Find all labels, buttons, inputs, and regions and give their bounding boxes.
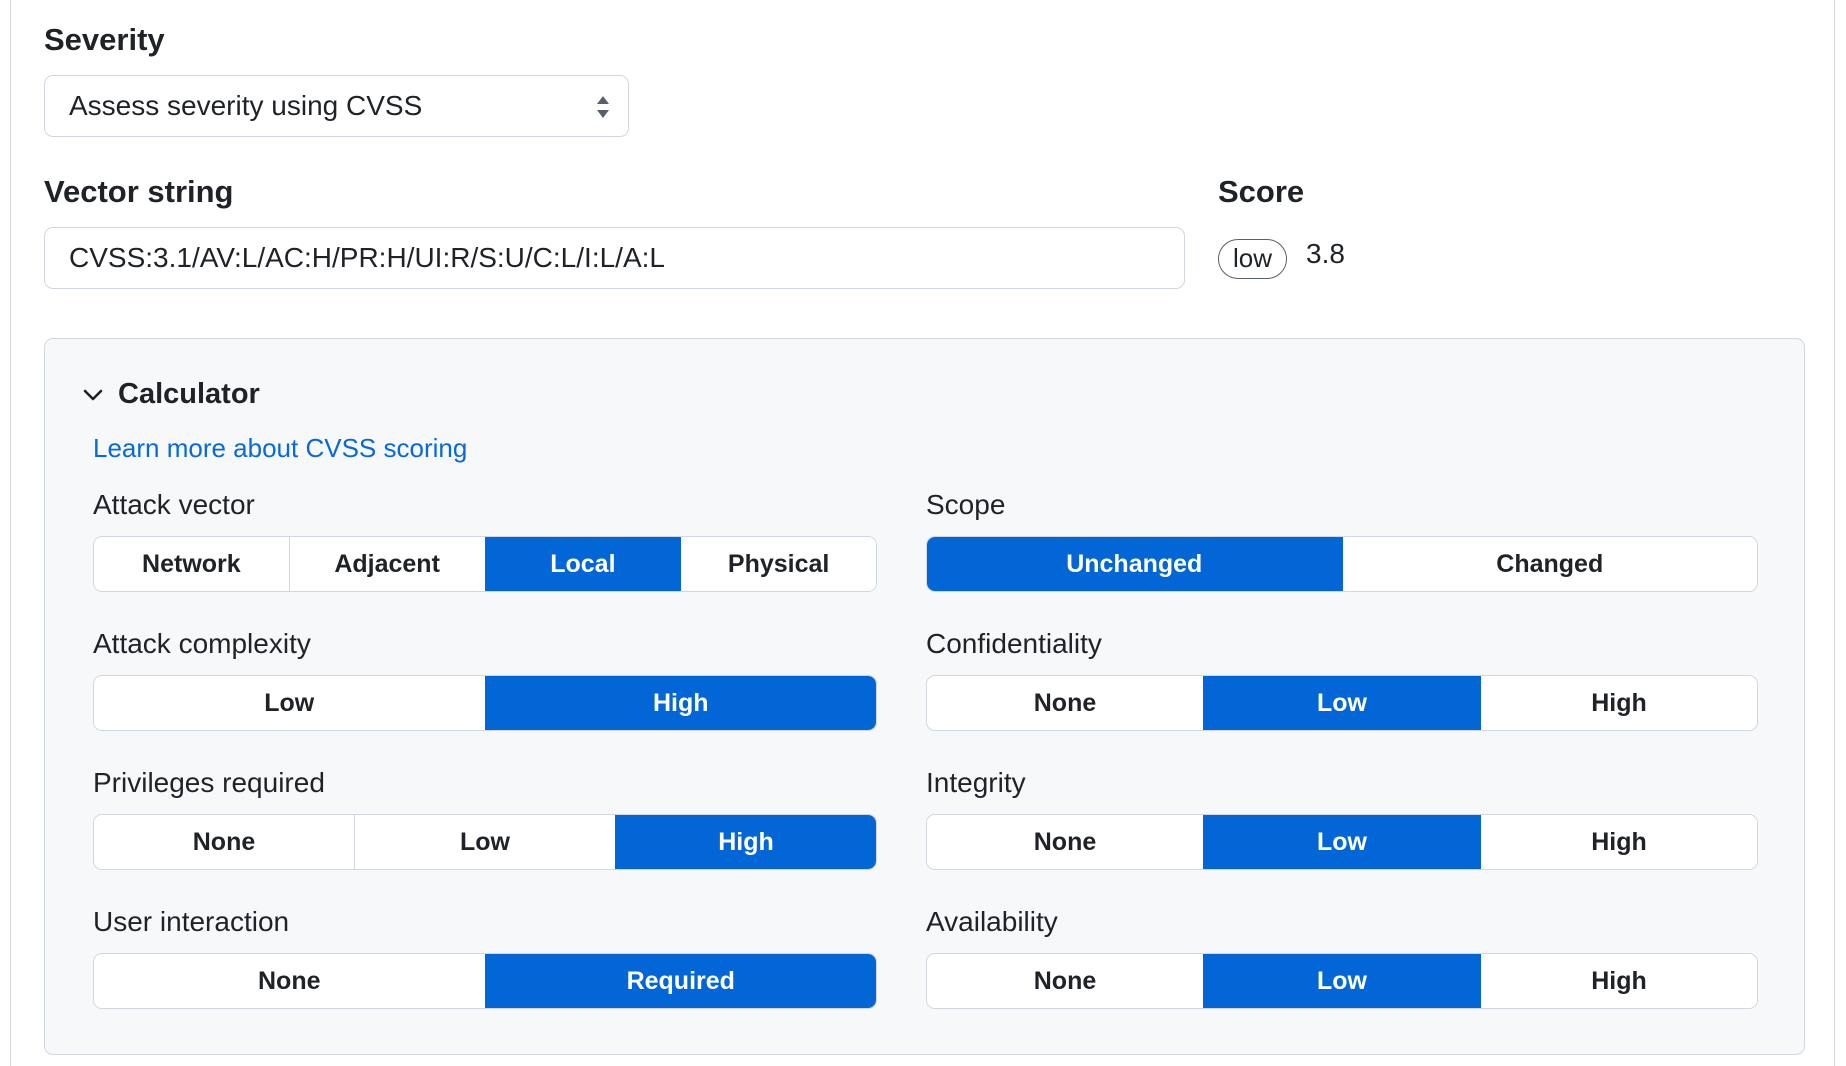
attack-vector-option-physical[interactable]: Physical (680, 537, 876, 591)
user-interaction-option-required[interactable]: Required (484, 954, 876, 1008)
attack-vector-option-local[interactable]: Local (484, 537, 681, 591)
page-border-left (10, 0, 11, 1066)
confidentiality-option-low[interactable]: Low (1203, 676, 1480, 730)
availability-group: None Low High (926, 953, 1758, 1009)
availability-option-none[interactable]: None (927, 954, 1203, 1008)
privileges-required-label: Privileges required (93, 767, 325, 798)
vector-string-value: CVSS:3.1/AV:L/AC:H/PR:H/UI:R/S:U/C:L/I:L… (69, 242, 665, 273)
attack-complexity-group: Low High (93, 675, 877, 731)
integrity-option-none[interactable]: None (927, 815, 1203, 869)
chevron-down-icon (83, 389, 103, 400)
learn-more-cvss-link[interactable]: Learn more about CVSS scoring (93, 433, 467, 464)
attack-vector-label: Attack vector (93, 489, 255, 520)
score-value: 3.8 (1306, 238, 1345, 269)
score-label: Score (1218, 174, 1305, 209)
confidentiality-label: Confidentiality (926, 628, 1102, 659)
availability-option-low[interactable]: Low (1203, 954, 1480, 1008)
privileges-required-option-high[interactable]: High (615, 815, 876, 869)
vector-string-input[interactable]: CVSS:3.1/AV:L/AC:H/PR:H/UI:R/S:U/C:L/I:L… (44, 227, 1185, 289)
user-interaction-option-none[interactable]: None (94, 954, 485, 1008)
select-caret-icon (596, 95, 610, 119)
availability-option-high[interactable]: High (1480, 954, 1757, 1008)
user-interaction-label: User interaction (93, 906, 290, 937)
severity-label: Severity (44, 22, 165, 57)
page-border-right (1834, 0, 1835, 1066)
integrity-label: Integrity (926, 767, 1026, 798)
confidentiality-option-high[interactable]: High (1480, 676, 1757, 730)
calculator-toggle[interactable]: Calculator (82, 378, 260, 411)
user-interaction-group: None Required (93, 953, 877, 1009)
attack-complexity-option-low[interactable]: Low (94, 676, 485, 730)
severity-badge: low (1218, 239, 1288, 279)
confidentiality-option-none[interactable]: None (927, 676, 1203, 730)
attack-vector-group: Network Adjacent Local Physical (93, 536, 877, 592)
calculator-title: Calculator (118, 378, 260, 410)
attack-vector-option-adjacent[interactable]: Adjacent (288, 537, 485, 591)
integrity-group: None Low High (926, 814, 1758, 870)
attack-complexity-label: Attack complexity (93, 628, 311, 659)
availability-label: Availability (926, 906, 1058, 937)
integrity-option-high[interactable]: High (1480, 815, 1757, 869)
scope-label: Scope (926, 489, 1006, 520)
scope-option-unchanged[interactable]: Unchanged (927, 537, 1342, 591)
privileges-required-option-none[interactable]: None (94, 815, 354, 869)
confidentiality-group: None Low High (926, 675, 1758, 731)
attack-complexity-option-high[interactable]: High (484, 676, 876, 730)
integrity-option-low[interactable]: Low (1203, 815, 1480, 869)
severity-select[interactable]: Assess severity using CVSS (44, 75, 629, 137)
privileges-required-group: None Low High (93, 814, 877, 870)
attack-vector-option-network[interactable]: Network (94, 537, 289, 591)
scope-option-changed[interactable]: Changed (1341, 537, 1757, 591)
vector-string-label: Vector string (44, 174, 234, 209)
privileges-required-option-low[interactable]: Low (354, 815, 615, 869)
scope-group: Unchanged Changed (926, 536, 1758, 592)
severity-select-value: Assess severity using CVSS (69, 90, 423, 121)
